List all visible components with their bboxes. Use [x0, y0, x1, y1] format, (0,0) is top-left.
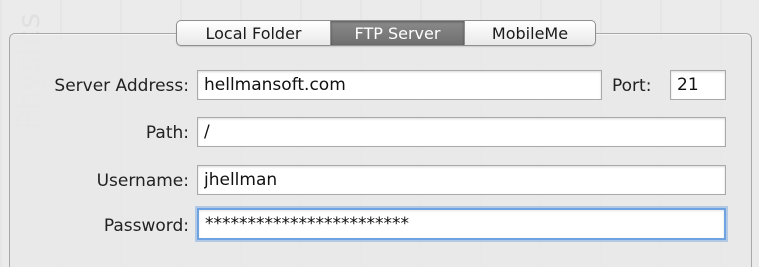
source-segmented-control: Local Folder FTP Server MobileMe — [176, 20, 596, 46]
path-field[interactable] — [197, 117, 726, 147]
password-field[interactable] — [197, 208, 726, 240]
tab-mobileme[interactable]: MobileMe — [465, 21, 595, 45]
path-label: Path: — [145, 123, 189, 143]
username-field[interactable] — [197, 165, 726, 195]
tab-ftp-server[interactable]: FTP Server — [331, 21, 465, 45]
port-label: Port: — [612, 76, 652, 96]
username-label: Username: — [96, 171, 189, 191]
port-field[interactable] — [670, 70, 726, 100]
server-address-field[interactable] — [197, 70, 602, 100]
server-address-label: Server Address: — [54, 76, 189, 96]
tab-local-folder[interactable]: Local Folder — [177, 21, 331, 45]
password-label: Password: — [103, 216, 189, 236]
